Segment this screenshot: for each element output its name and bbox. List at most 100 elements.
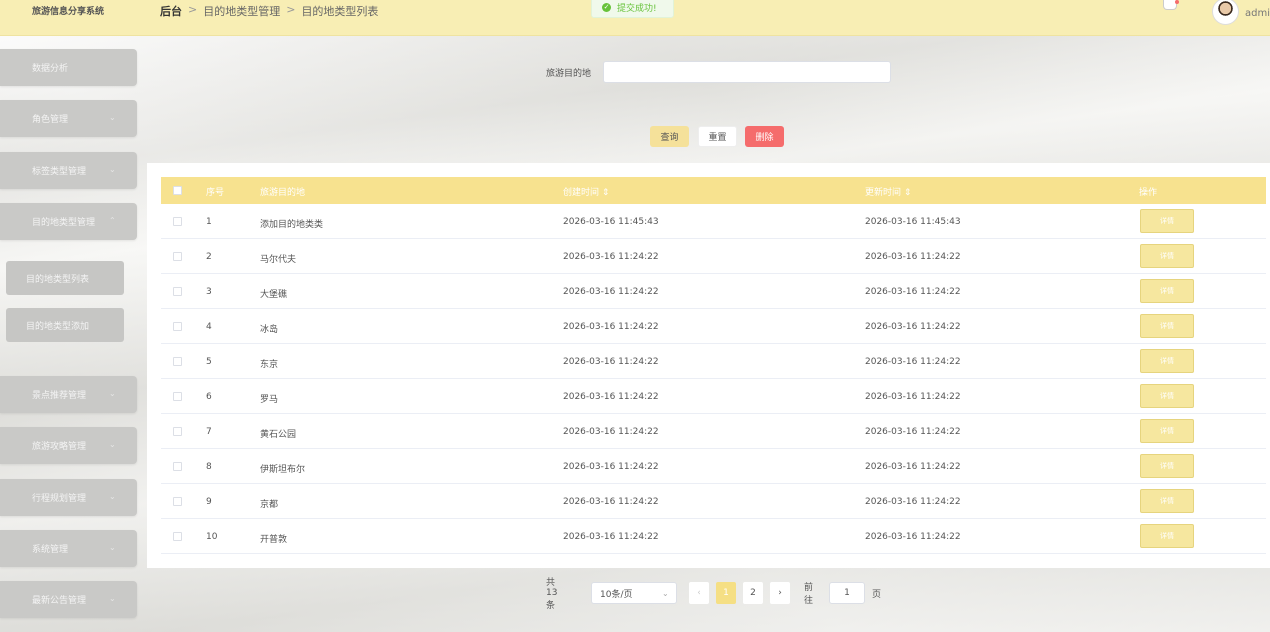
header-destination: 旅游目的地 — [260, 188, 306, 198]
reset-button[interactable]: 重置 — [698, 126, 737, 147]
page-size-select[interactable]: 10条/页 ⌄ — [591, 582, 677, 604]
row-checkbox[interactable] — [173, 217, 182, 226]
cell-updated: 2026-03-16 11:24:22 — [865, 392, 961, 402]
cell-updated: 2026-03-16 11:24:22 — [865, 322, 961, 332]
header-created[interactable]: 创建时间 ⇕ — [563, 185, 609, 198]
row-checkbox[interactable] — [173, 462, 182, 471]
sidebar-subitem-destination-add[interactable]: 目的地类型添加 — [6, 308, 124, 342]
cell-updated: 2026-03-16 11:24:22 — [865, 252, 961, 262]
detail-button[interactable]: 详情 — [1140, 314, 1194, 338]
sidebar-item-label: 系统管理 — [32, 545, 69, 555]
sidebar-item-data-analysis[interactable]: 数据分析 — [0, 49, 137, 86]
cell-destination: 添加目的地类类 — [260, 220, 324, 230]
cell-created: 2026-03-16 11:24:22 — [563, 462, 659, 472]
table-row: 2 马尔代夫 2026-03-16 11:24:22 2026-03-16 11:24… — [161, 239, 1266, 274]
cell-updated: 2026-03-16 11:24:22 — [865, 287, 961, 297]
breadcrumb-level2: 目的地类型列表 — [301, 5, 379, 18]
cell-created: 2026-03-16 11:24:22 — [563, 287, 659, 297]
detail-button[interactable]: 详情 — [1140, 279, 1194, 303]
avatar[interactable] — [1212, 0, 1239, 25]
user-name[interactable]: admin — [1245, 8, 1270, 19]
select-all-checkbox[interactable] — [173, 186, 182, 195]
sidebar-item-tag-type[interactable]: 标签类型管理 ⌄ — [0, 152, 137, 189]
row-checkbox[interactable] — [173, 392, 182, 401]
row-checkbox[interactable] — [173, 322, 182, 331]
sidebar-item-label: 景点推荐管理 — [32, 391, 87, 401]
row-checkbox[interactable] — [173, 497, 182, 506]
cell-index: 1 — [206, 217, 212, 227]
toast-message: 提交成功! — [617, 3, 657, 14]
top-bar: 旅游信息分享系统 后台 > 目的地类型管理 > 目的地类型列表 ✓ 提交成功! … — [0, 0, 1270, 36]
detail-button[interactable]: 详情 — [1140, 244, 1194, 268]
table-row: 4 冰岛 2026-03-16 11:24:22 2026-03-16 11:24:2… — [161, 309, 1266, 344]
cell-created: 2026-03-16 11:24:22 — [563, 252, 659, 262]
prev-page-button[interactable]: ‹ — [689, 582, 709, 604]
sidebar-item-label: 目的地类型管理 — [32, 218, 96, 228]
page-button-1[interactable]: 1 — [716, 582, 736, 604]
chevron-down-icon: ⌄ — [662, 588, 669, 598]
breadcrumb: 后台 > 目的地类型管理 > 目的地类型列表 — [160, 3, 378, 19]
cell-index: 6 — [206, 392, 212, 402]
detail-button[interactable]: 详情 — [1140, 209, 1194, 233]
page-suffix: 页 — [872, 589, 882, 600]
cell-destination: 罗马 — [260, 395, 279, 405]
cell-destination: 冰岛 — [260, 325, 279, 335]
table-row: 1 添加目的地类类 2026-03-16 11:45:43 2026-03-16 11… — [161, 204, 1266, 239]
sidebar-item-announcement[interactable]: 最新公告管理 ⌄ — [0, 581, 137, 618]
sort-icon[interactable]: ⇕ — [904, 188, 912, 198]
query-button[interactable]: 查询 — [650, 126, 689, 147]
cell-index: 8 — [206, 462, 212, 472]
sidebar-item-destination-type[interactable]: 目的地类型管理 ⌃ — [0, 203, 137, 240]
sidebar-subitem-label: 目的地类型添加 — [26, 321, 90, 332]
sidebar-item-label: 旅游攻略管理 — [32, 442, 87, 452]
goto-page-input[interactable]: 1 — [829, 582, 865, 604]
sidebar: 数据分析 角色管理 ⌄ 标签类型管理 ⌄ 目的地类型管理 ⌃ 目的地类型列表 目… — [0, 36, 146, 632]
sidebar-item-itinerary[interactable]: 行程规划管理 ⌄ — [0, 479, 137, 516]
breadcrumb-home[interactable]: 后台 — [160, 3, 182, 19]
sidebar-item-attraction[interactable]: 景点推荐管理 ⌄ — [0, 376, 137, 413]
cell-index: 2 — [206, 252, 212, 262]
row-checkbox[interactable] — [173, 357, 182, 366]
cell-index: 7 — [206, 427, 212, 437]
detail-button[interactable]: 详情 — [1140, 454, 1194, 478]
app-title: 旅游信息分享系统 — [32, 7, 105, 17]
row-checkbox[interactable] — [173, 287, 182, 296]
pagination-total: 共 13 条 — [546, 578, 558, 611]
cell-destination: 京都 — [260, 500, 279, 510]
cell-created: 2026-03-16 11:24:22 — [563, 497, 659, 507]
detail-button[interactable]: 详情 — [1140, 489, 1194, 513]
page-button-2[interactable]: 2 — [743, 582, 763, 604]
next-page-button[interactable]: › — [770, 582, 790, 604]
breadcrumb-level1[interactable]: 目的地类型管理 — [203, 3, 280, 19]
row-checkbox[interactable] — [173, 427, 182, 436]
header-updated-label: 更新时间 — [865, 188, 902, 198]
detail-button[interactable]: 详情 — [1140, 349, 1194, 373]
sort-icon[interactable]: ⇕ — [602, 188, 610, 198]
sidebar-item-travel-guide[interactable]: 旅游攻略管理 ⌄ — [0, 427, 137, 464]
table-row: 9 京都 2026-03-16 11:24:22 2026-03-16 11:24:2… — [161, 484, 1266, 519]
cell-index: 10 — [206, 532, 218, 542]
search-input[interactable] — [603, 61, 891, 83]
cell-destination: 东京 — [260, 360, 279, 370]
goto-label: 前往 — [804, 583, 814, 606]
sidebar-subitem-destination-list[interactable]: 目的地类型列表 — [6, 261, 124, 295]
row-checkbox[interactable] — [173, 532, 182, 541]
sidebar-item-label: 最新公告管理 — [32, 596, 87, 606]
detail-button[interactable]: 详情 — [1140, 524, 1194, 548]
detail-button[interactable]: 详情 — [1140, 419, 1194, 443]
cell-created: 2026-03-16 11:24:22 — [563, 322, 659, 332]
sidebar-item-role[interactable]: 角色管理 ⌄ — [0, 100, 137, 137]
header-updated[interactable]: 更新时间 ⇕ — [865, 185, 911, 198]
row-checkbox[interactable] — [173, 252, 182, 261]
detail-button[interactable]: 详情 — [1140, 384, 1194, 408]
check-circle-icon: ✓ — [602, 2, 611, 12]
cell-created: 2026-03-16 11:24:22 — [563, 357, 659, 367]
sidebar-item-label: 标签类型管理 — [32, 167, 87, 177]
breadcrumb-separator: > — [188, 3, 198, 16]
notification-dot — [1175, 0, 1179, 4]
sidebar-item-system[interactable]: 系统管理 ⌄ — [0, 530, 137, 567]
chevron-down-icon: ⌄ — [109, 543, 116, 552]
header-index: 序号 — [206, 188, 225, 198]
delete-button[interactable]: 删除 — [745, 126, 784, 147]
cell-updated: 2026-03-16 11:24:22 — [865, 462, 961, 472]
